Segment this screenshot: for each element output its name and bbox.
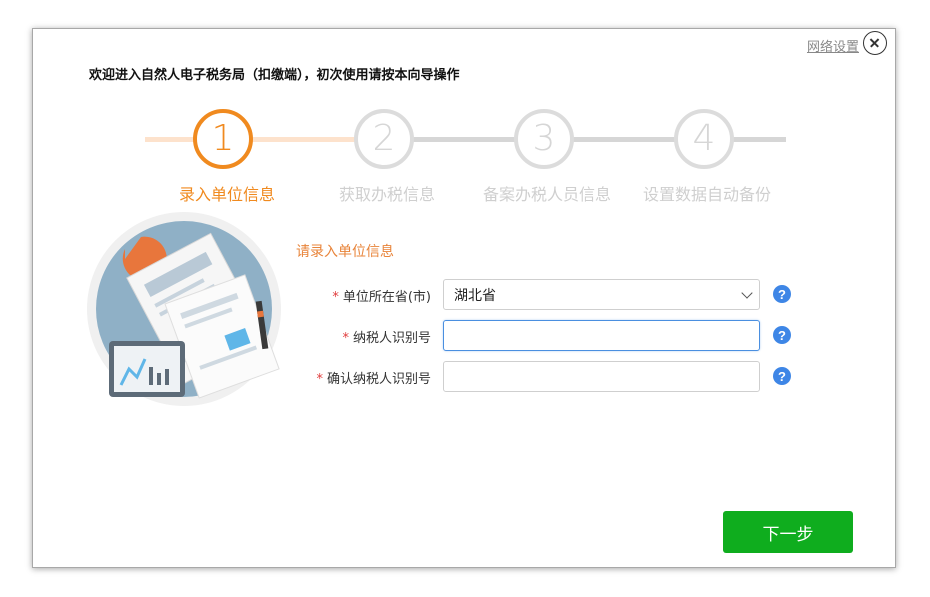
step-4-circle: 4	[674, 109, 734, 169]
required-mark: *	[316, 372, 323, 387]
taxpayer-id-label: * 纳税人识别号	[342, 331, 431, 346]
section-title: 请录入单位信息	[296, 244, 394, 260]
step-1-label: 录入单位信息	[178, 185, 276, 204]
chevron-down-icon	[741, 287, 753, 299]
welcome-text: 欢迎进入自然人电子税务局（扣缴端），初次使用请按本向导操作	[89, 68, 460, 83]
required-mark: *	[332, 290, 339, 305]
help-icon[interactable]: ?	[773, 285, 791, 303]
taxpayer-id-input[interactable]	[443, 320, 760, 351]
confirm-taxpayer-id-input[interactable]	[443, 361, 760, 392]
confirm-taxpayer-id-label: * 确认纳税人识别号	[316, 372, 431, 387]
step-1-circle: 1	[193, 109, 253, 169]
step-track-done	[145, 137, 365, 142]
province-label: * 单位所在省(市)	[332, 290, 431, 305]
required-mark: *	[342, 331, 349, 346]
help-icon[interactable]: ?	[773, 326, 791, 344]
network-settings-link[interactable]: 网络设置	[807, 36, 859, 55]
step-3-label: 备案办税人员信息	[482, 185, 612, 204]
province-select[interactable]: 湖北省	[443, 279, 760, 310]
help-icon[interactable]: ?	[773, 367, 791, 385]
province-row: * 单位所在省(市) 湖北省 ?	[293, 279, 833, 311]
step-2-circle: 2	[354, 109, 414, 169]
step-4-label: 设置数据自动备份	[642, 185, 772, 204]
province-value: 湖北省	[454, 286, 496, 303]
document-illustration-icon	[87, 212, 281, 406]
step-2-label: 获取办税信息	[338, 185, 436, 204]
close-icon[interactable]	[863, 31, 887, 55]
taxpayer-id-row: * 纳税人识别号 ?	[293, 320, 833, 352]
next-step-button[interactable]: 下一步	[723, 511, 853, 553]
confirm-taxpayer-id-row: * 确认纳税人识别号 ?	[293, 361, 833, 393]
wizard-window: 网络设置 欢迎进入自然人电子税务局（扣缴端），初次使用请按本向导操作 1 2 3…	[32, 28, 896, 568]
step-3-circle: 3	[514, 109, 574, 169]
